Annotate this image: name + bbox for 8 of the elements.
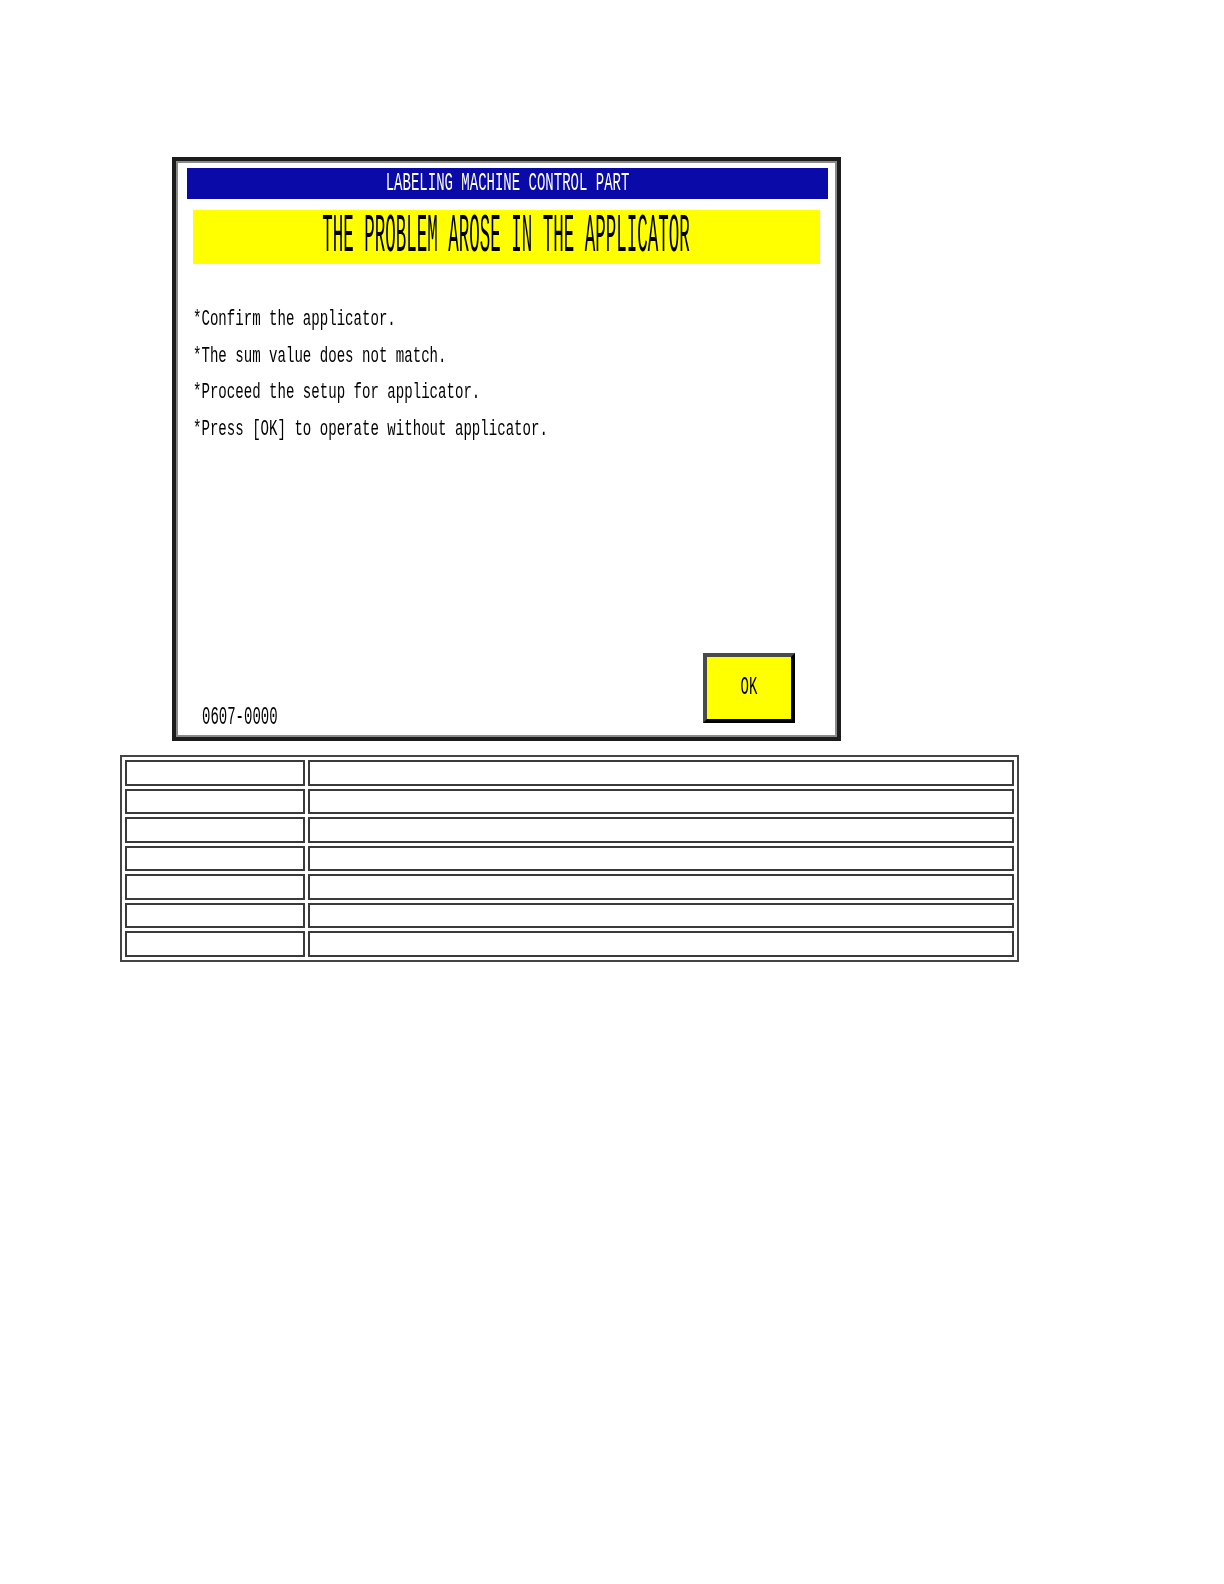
message-line: *Confirm the applicator. <box>193 309 396 332</box>
alert-heading: THE PROBLEM AROSE IN THE APPLICATOR <box>322 213 691 261</box>
message-line: *The sum value does not match. <box>193 345 447 368</box>
message-line: *Proceed the setup for applicator. <box>193 382 481 405</box>
error-code: 0607-0000 <box>202 707 278 729</box>
ok-button[interactable]: OK <box>703 653 795 723</box>
dialog-title: LABELING MACHINE CONTROL PART <box>385 170 630 197</box>
message-line: *Press [OK] to operate without applicator. <box>193 419 548 442</box>
